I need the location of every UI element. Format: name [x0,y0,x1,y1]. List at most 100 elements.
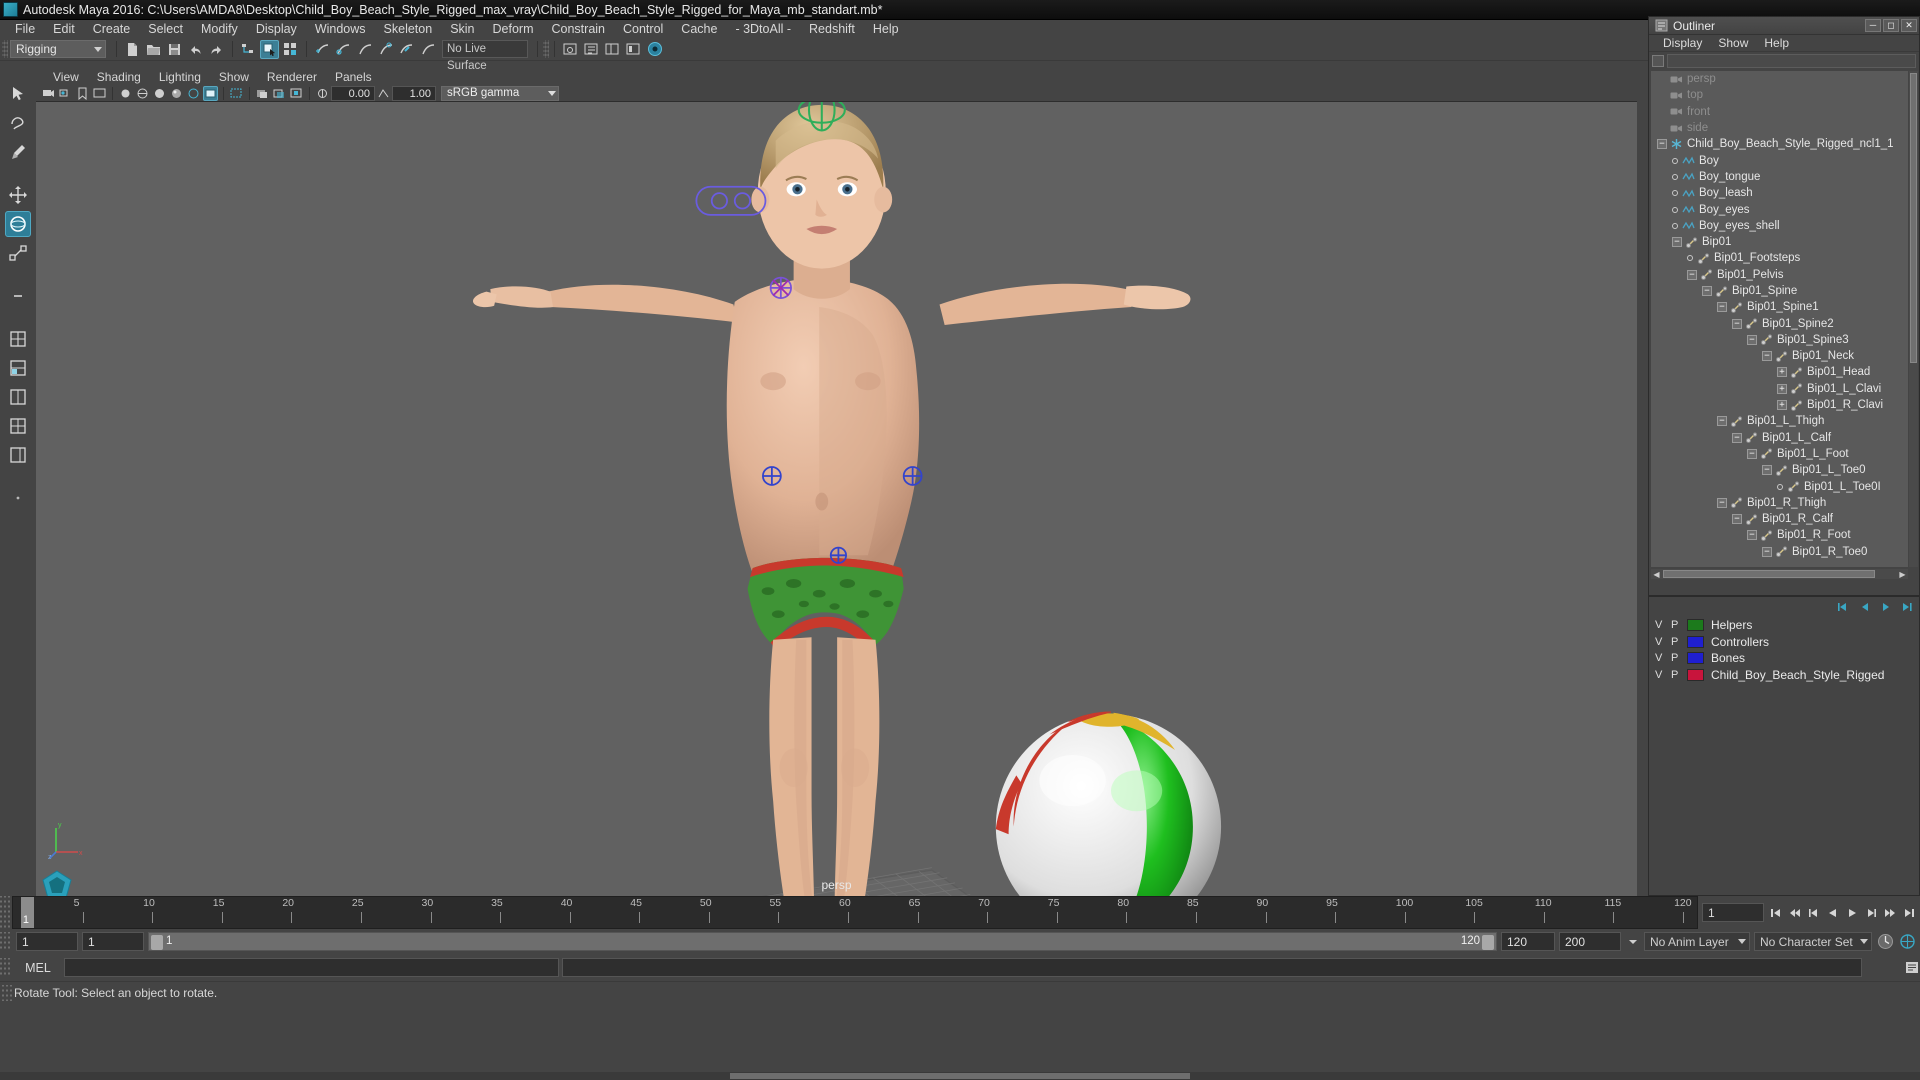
undo-icon[interactable] [186,40,205,59]
outliner-vertical-scrollbar[interactable] [1909,71,1918,567]
minimize-button[interactable]: ─ [1865,19,1881,32]
save-scene-icon[interactable] [165,40,184,59]
character-set-selector[interactable]: No Character Set [1754,932,1872,951]
outliner-row[interactable]: Boy_eyes_shell [1651,218,1908,234]
collapse-icon[interactable]: − [1732,319,1742,329]
collapse-icon[interactable]: − [1762,465,1772,475]
outliner-row[interactable]: −Bip01_L_Calf [1651,430,1908,446]
image-plane-icon[interactable] [92,86,107,101]
smooth-shade-textured-icon[interactable] [169,86,184,101]
snap-to-point-icon[interactable] [355,40,374,59]
scrollbar-thumb[interactable] [1910,73,1917,363]
select-by-hierarchy-icon[interactable] [239,40,258,59]
layer-last-icon[interactable] [1899,600,1914,614]
mel-output-field[interactable] [562,958,1862,977]
outliner-row[interactable]: −Bip01_L_Foot [1651,446,1908,462]
help-line-grip[interactable] [2,985,12,1001]
range-slider-grip[interactable] [0,932,12,951]
four-pane-layout[interactable] [5,413,31,439]
new-scene-icon[interactable] [123,40,142,59]
layer-prev-icon[interactable] [1857,600,1872,614]
use-default-material-icon[interactable] [186,86,201,101]
range-start-field[interactable]: 1 [16,932,78,951]
layer-row[interactable]: VPChild_Boy_Beach_Style_Rigged [1649,667,1919,684]
xray-mode-icon[interactable] [255,86,270,101]
outliner-row[interactable]: +Bip01_Head [1651,364,1908,380]
outliner-row[interactable]: −Bip01 [1651,234,1908,250]
viewport-menu-view[interactable]: View [44,70,88,85]
outliner-row[interactable]: −Bip01_R_Calf [1651,511,1908,527]
menu-item-redshift[interactable]: Redshift [800,20,864,38]
menu-set-selector[interactable]: Rigging [10,40,106,58]
xray-joints-icon[interactable] [272,86,287,101]
outliner-row[interactable]: −Bip01_Spine [1651,283,1908,299]
outliner-row[interactable]: Bip01_Footsteps [1651,250,1908,266]
outliner-row[interactable]: −Bip01_R_Toe0 [1651,544,1908,560]
layer-playback-toggle[interactable]: P [1671,652,1680,664]
move-tool[interactable] [5,182,31,208]
collapse-icon[interactable]: − [1687,270,1697,280]
collapse-icon[interactable]: − [1762,547,1772,557]
layer-next-icon[interactable] [1878,600,1893,614]
single-pane-layout[interactable] [5,326,31,352]
exposure-value[interactable]: 0.00 [331,86,375,101]
range-end-field[interactable]: 200 [1559,932,1621,951]
bookmark-icon[interactable] [75,86,90,101]
outliner-row[interactable]: −Bip01_R_Thigh [1651,495,1908,511]
layer-color-swatch[interactable] [1687,636,1704,648]
menu-item-edit[interactable]: Edit [44,20,84,38]
layer-color-swatch[interactable] [1687,619,1704,631]
select-by-component-icon[interactable] [281,40,300,59]
range-slider-bar[interactable]: 1 120 [148,932,1497,951]
select-by-object-icon[interactable] [260,40,279,59]
viewport-menu-panels[interactable]: Panels [326,70,381,85]
smooth-shade-all-icon[interactable] [152,86,167,101]
go-to-start-icon[interactable] [1768,905,1783,920]
menu-item-help[interactable]: Help [864,20,908,38]
time-slider[interactable]: 1 51015202530354045505560657075808590951… [12,896,1698,929]
close-button[interactable]: ✕ [1901,19,1917,32]
outliner-row[interactable]: Boy_tongue [1651,169,1908,185]
toolbar-grip[interactable] [2,40,8,58]
outliner-row[interactable]: front [1651,104,1908,120]
outliner-menu-display[interactable]: Display [1655,36,1710,50]
attribute-editor-icon[interactable] [582,40,601,59]
camera-attributes-icon[interactable] [58,86,73,101]
two-pane-stacked-layout[interactable] [5,384,31,410]
layer-row[interactable]: VPControllers [1649,634,1919,651]
snap-to-curve-icon[interactable] [334,40,353,59]
outliner-row[interactable]: side [1651,120,1908,136]
gamma-value[interactable]: 1.00 [392,86,436,101]
menu-item-skin[interactable]: Skin [441,20,483,38]
collapse-icon[interactable]: − [1747,449,1757,459]
play-backwards-icon[interactable] [1825,905,1840,920]
layer-playback-toggle[interactable]: P [1671,636,1680,648]
time-slider-grip[interactable] [0,896,12,929]
outliner-row[interactable]: −Bip01_Pelvis [1651,267,1908,283]
make-live-icon[interactable] [418,40,437,59]
tool-settings-icon[interactable] [624,40,643,59]
scroll-right-arrow[interactable]: ▶ [1897,570,1908,579]
menu-item-constrain[interactable]: Constrain [543,20,615,38]
go-to-end-icon[interactable] [1901,905,1916,920]
outliner-row[interactable]: Boy_leash [1651,185,1908,201]
outliner-row[interactable]: Boy_eyes [1651,201,1908,217]
range-left-handle[interactable] [151,935,163,950]
layer-first-icon[interactable] [1836,600,1851,614]
outliner-row[interactable]: −Bip01_R_Foot [1651,527,1908,543]
snap-to-grid-icon[interactable] [313,40,332,59]
persp-outliner-layout[interactable] [5,442,31,468]
current-time-indicator[interactable]: 1 [21,897,34,928]
step-forward-key-icon[interactable] [1882,905,1897,920]
collapse-icon[interactable]: − [1747,530,1757,540]
collapse-icon[interactable]: − [1717,302,1727,312]
animation-preferences-icon[interactable] [1898,933,1916,951]
scrollbar-thumb[interactable] [1663,570,1875,578]
menu-item-skeleton[interactable]: Skeleton [375,20,442,38]
expand-icon[interactable]: + [1777,384,1787,394]
maximize-button[interactable]: ◻ [1883,19,1899,32]
two-pane-side-layout[interactable] [5,355,31,381]
outliner-title-bar[interactable]: Outliner ─ ◻ ✕ [1649,17,1919,35]
outliner-menu-help[interactable]: Help [1756,36,1797,50]
collapse-icon[interactable]: − [1732,433,1742,443]
